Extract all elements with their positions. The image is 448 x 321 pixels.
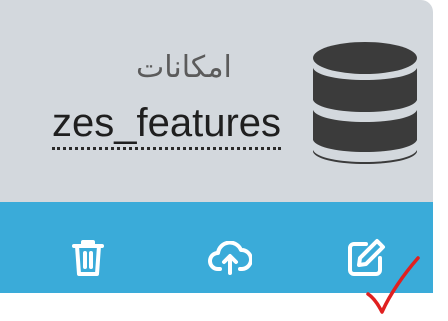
card-subtitle: امکانات [136, 51, 232, 84]
card-header: امکانات zes_features [0, 0, 433, 202]
red-checkmark-annotation [366, 256, 420, 314]
trash-icon [72, 240, 104, 276]
database-icon [313, 42, 417, 164]
delete-button[interactable] [60, 230, 116, 286]
upload-button[interactable] [202, 230, 258, 286]
card-title[interactable]: zes_features [52, 101, 282, 150]
cloud-upload-icon [208, 241, 252, 275]
